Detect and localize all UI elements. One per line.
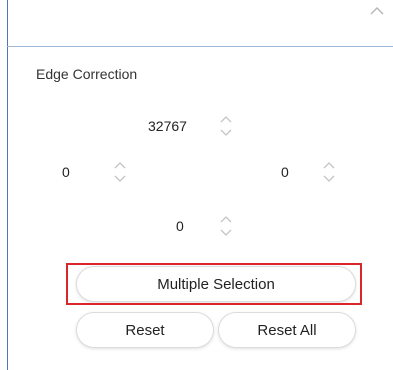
reset-button[interactable]: Reset [76,312,214,348]
panel-left-border [7,0,8,370]
bottom-value[interactable]: 0 [176,218,184,234]
left-value[interactable]: 0 [62,164,70,180]
top-value[interactable]: 32767 [148,118,187,134]
left-value-spinner[interactable]: 0 [62,156,142,188]
reset-all-button[interactable]: Reset All [218,312,356,348]
panel-header-divider [7,46,393,47]
section-title: Edge Correction [36,66,138,82]
right-value[interactable]: 0 [281,164,289,180]
right-value-spinner[interactable]: 0 [281,156,361,188]
spinner-arrows-icon[interactable] [110,159,130,185]
top-value-spinner[interactable]: 32767 [148,110,238,142]
highlight-box [66,263,362,305]
spinner-arrows-icon[interactable] [319,159,339,185]
spinner-arrows-icon[interactable] [216,113,236,139]
spinner-arrows-icon[interactable] [216,213,236,239]
bottom-value-spinner[interactable]: 0 [176,210,246,242]
chevron-up-icon[interactable] [370,6,384,16]
